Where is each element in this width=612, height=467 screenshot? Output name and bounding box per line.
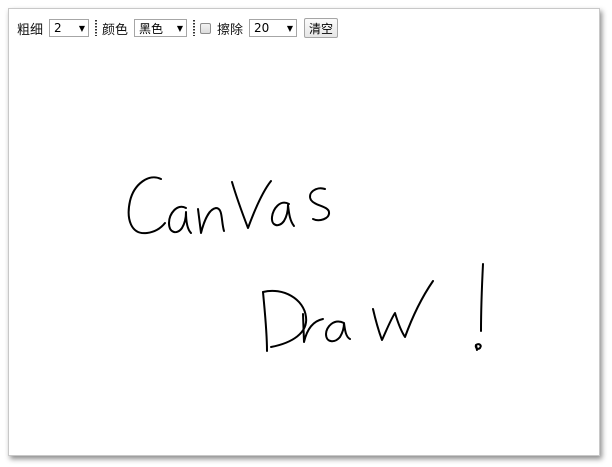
stroke-v <box>231 180 272 229</box>
drawing-canvas[interactable] <box>9 9 599 455</box>
stroke-a2 <box>270 201 295 227</box>
stroke-exclaim-line <box>480 263 484 332</box>
stroke-s <box>309 187 331 222</box>
stroke-c <box>127 176 166 235</box>
stroke-n <box>197 207 225 234</box>
stroke-w <box>372 280 434 341</box>
stroke-exclaim-dot <box>474 343 482 351</box>
stroke-a1 <box>168 205 192 234</box>
stroke-d-bowl <box>262 289 308 348</box>
stroke-a3 <box>325 320 351 343</box>
app-window: 粗细 2 ▼ 颜色 黑色 ▼ 擦除 20 ▼ 清空 <box>8 8 600 456</box>
stroke-d-stem <box>262 291 268 352</box>
